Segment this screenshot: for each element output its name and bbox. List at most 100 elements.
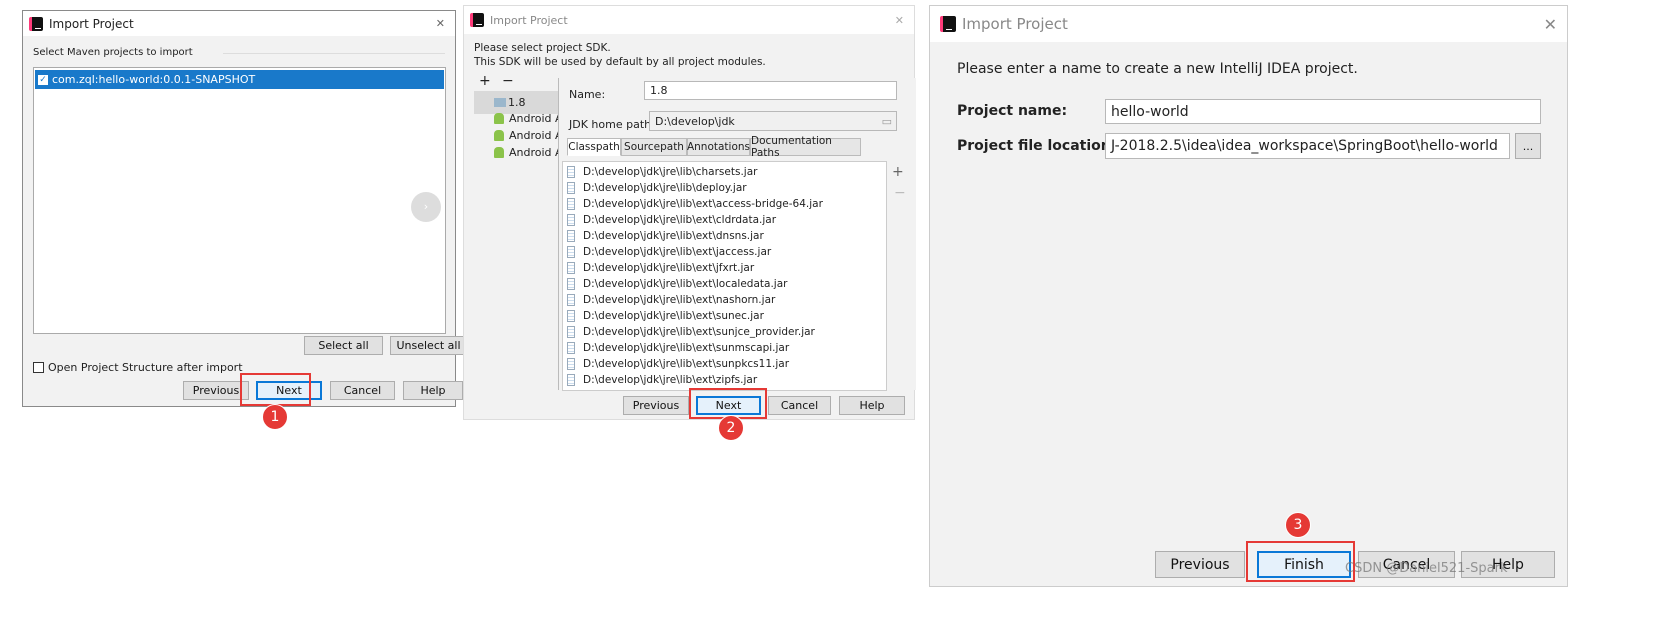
highlight-box [1246,541,1355,582]
classpath-entry[interactable]: D:\develop\jdk\jre\lib\ext\cldrdata.jar [567,212,776,228]
close-icon[interactable]: ✕ [436,17,445,30]
dialog-title: Import Project [49,16,134,31]
checkbox-checked-icon[interactable]: ✓ [38,74,48,85]
cancel-button[interactable]: Cancel [330,381,395,400]
project-name-input[interactable]: hello-world [1105,99,1541,124]
open-structure-checkbox[interactable]: Open Project Structure after import [33,361,243,374]
add-sdk-button[interactable]: + [479,73,491,89]
jdk-home-path-field[interactable]: D:\develop\jdk ▭ [649,111,897,131]
jar-icon [567,358,575,370]
sdk-details-panel: Name: 1.8 JDK home path: D:\develop\jdk ▭… [558,78,916,391]
classpath-entry[interactable]: D:\develop\jdk\jre\lib\ext\access-bridge… [567,196,823,212]
sdk-label: Android A [509,146,563,159]
jar-icon [567,214,575,226]
android-icon [494,147,504,158]
tab-bar: Classpath Sourcepath Annotations Documen… [567,135,867,159]
title-bar: Import Project ✕ [23,11,455,36]
tab-sourcepath[interactable]: Sourcepath [621,138,687,156]
jar-icon [567,198,575,210]
help-button[interactable]: Help [839,396,905,415]
jar-icon [567,326,575,338]
classpath-entry[interactable]: D:\develop\jdk\jre\lib\deploy.jar [567,180,747,196]
classpath-path: D:\develop\jdk\jre\lib\ext\jaccess.jar [583,246,772,258]
checkbox-icon[interactable] [33,362,44,373]
instruction-text: This SDK will be used by default by all … [474,56,766,68]
jar-icon [567,230,575,242]
intellij-logo-icon [29,16,43,31]
classpath-path: D:\develop\jdk\jre\lib\ext\jfxrt.jar [583,262,755,274]
help-button[interactable]: Help [403,381,463,400]
sdk-item-1-8[interactable]: 1.8 [474,91,558,114]
classpath-list: D:\develop\jdk\jre\lib\charsets.jar D:\de… [562,161,887,391]
add-path-button[interactable]: + [892,164,904,180]
classpath-path: D:\develop\jdk\jre\lib\ext\sunjce_provid… [583,326,815,338]
classpath-entry[interactable]: D:\develop\jdk\jre\lib\ext\dnsns.jar [567,228,764,244]
browse-button[interactable]: ... [1515,133,1541,159]
classpath-entry[interactable]: D:\develop\jdk\jre\lib\ext\sunmscapi.jar [567,340,789,356]
project-location-input[interactable]: J-2018.2.5\idea\idea_workspace\SpringBoo… [1105,133,1510,159]
close-icon[interactable]: ✕ [1544,15,1557,34]
section-label: Select Maven projects to import [33,47,193,58]
jar-icon [567,182,575,194]
intellij-logo-icon [940,16,956,32]
jar-icon [567,278,575,290]
folder-open-icon[interactable]: ▭ [882,115,892,128]
classpath-entry[interactable]: D:\develop\jdk\jre\lib\ext\sunpkcs11.jar [567,356,789,372]
classpath-entry[interactable]: D:\develop\jdk\jre\lib\ext\sunec.jar [567,308,764,324]
classpath-path: D:\develop\jdk\jre\lib\ext\dnsns.jar [583,230,764,242]
classpath-entry[interactable]: D:\develop\jdk\jre\lib\charsets.jar [567,164,757,180]
previous-button[interactable]: Previous [623,396,689,415]
intro-text: Please enter a name to create a new Inte… [957,61,1358,77]
classpath-entry[interactable]: D:\develop\jdk\jre\lib\ext\localedata.ja… [567,276,787,292]
classpath-entry[interactable]: D:\develop\jdk\jre\lib\ext\sunjce_provid… [567,324,815,340]
remove-path-button[interactable]: − [894,185,906,201]
remove-sdk-button[interactable]: − [502,73,514,89]
jdk-home-label: JDK home path: [569,118,655,131]
classpath-path: D:\develop\jdk\jre\lib\ext\localedata.ja… [583,278,788,290]
cancel-button[interactable]: Cancel [768,396,831,415]
unselect-all-button[interactable]: Unselect all [390,336,467,355]
chevron-right-icon[interactable]: › [411,192,441,222]
classpath-entry[interactable]: D:\develop\jdk\jre\lib\ext\zipfs.jar [567,372,757,388]
sdk-name-input[interactable]: 1.8 [644,81,897,100]
jar-icon [567,262,575,274]
classpath-entry[interactable]: D:\develop\jdk\jre\lib\ext\jaccess.jar [567,244,771,260]
classpath-path: D:\develop\jdk\jre\lib\ext\zipfs.jar [583,374,758,386]
classpath-path: D:\develop\jdk\jre\lib\ext\access-bridge… [583,198,823,210]
project-list: ✓ com.zql:hello-world:0.0.1-SNAPSHOT [33,67,446,334]
step-badge: 3 [1285,512,1311,538]
sdk-dialog: Import Project ✕ Please select project S… [463,5,916,420]
highlight-box [240,373,311,406]
classpath-entry[interactable]: D:\develop\jdk\jre\lib\ext\jfxrt.jar [567,260,754,276]
sdk-item-android[interactable]: Android A [494,146,563,159]
step-badge: 2 [718,415,744,441]
sdk-label: 1.8 [508,96,526,109]
project-name-label: Project name: [957,103,1068,119]
sdk-item-android[interactable]: Android A [494,112,563,125]
intellij-logo-icon [470,13,484,27]
folder-icon [494,98,506,107]
step-badge: 1 [262,404,288,430]
sdk-item-android[interactable]: Android A [494,129,563,142]
sdk-label: Android A [509,129,563,142]
classpath-path: D:\develop\jdk\jre\lib\ext\cldrdata.jar [583,214,777,226]
close-icon[interactable]: ✕ [895,14,904,27]
new-project-dialog: Import Project ✕ Please enter a name to … [929,5,1568,587]
classpath-path: D:\develop\jdk\jre\lib\deploy.jar [583,182,747,194]
project-list-item[interactable]: ✓ com.zql:hello-world:0.0.1-SNAPSHOT [35,70,444,89]
android-icon [494,130,504,141]
classpath-path: D:\develop\jdk\jre\lib\ext\sunmscapi.jar [583,342,790,354]
classpath-entry[interactable]: D:\develop\jdk\jre\lib\ext\nashorn.jar [567,292,775,308]
tab-annotations[interactable]: Annotations [687,138,750,156]
project-label: com.zql:hello-world:0.0.1-SNAPSHOT [52,73,256,86]
title-bar: Import Project ✕ [930,6,1567,42]
tab-documentation-paths[interactable]: Documentation Paths [750,135,861,159]
jar-icon [567,310,575,322]
jar-icon [567,246,575,258]
checkbox-label: Open Project Structure after import [48,361,243,374]
select-all-button[interactable]: Select all [304,336,383,355]
tab-classpath[interactable]: Classpath [567,138,621,156]
previous-button[interactable]: Previous [1155,551,1245,578]
jar-icon [567,374,575,386]
sdk-label: Android A [509,112,563,125]
